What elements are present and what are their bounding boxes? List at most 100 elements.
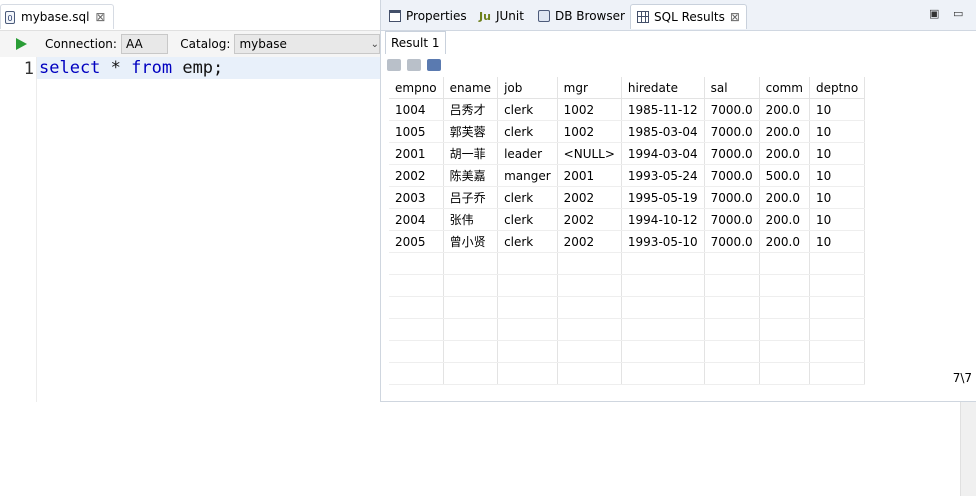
table-cell[interactable]: 郭芙蓉: [443, 120, 499, 143]
table-row[interactable]: 2001 胡一菲 leader <NULL> 1994-03-04 7000.0 200.0…: [389, 142, 866, 165]
table-cell[interactable]: 曾小贤: [443, 230, 499, 253]
table-cell[interactable]: 10: [809, 142, 866, 165]
close-icon[interactable]: ⊠: [95, 10, 105, 24]
editor-tab-mybase-sql[interactable]: 0 mybase.sql ⊠: [0, 4, 115, 29]
table-cell[interactable]: manger: [497, 164, 558, 187]
run-sql-button[interactable]: [16, 38, 27, 50]
table-cell[interactable]: clerk: [497, 186, 558, 209]
table-cell[interactable]: 1994-10-12: [621, 208, 705, 231]
refresh-icon[interactable]: [427, 59, 441, 71]
table-cell[interactable]: 吕子乔: [443, 186, 499, 209]
tab-junit[interactable]: Ju JUnit: [479, 4, 524, 28]
sql-file-icon: 0: [5, 10, 15, 24]
table-cell[interactable]: 胡一菲: [443, 142, 499, 165]
catalog-select[interactable]: mybase ⌄: [234, 34, 380, 54]
table-cell[interactable]: 10: [809, 164, 866, 187]
table-cell[interactable]: clerk: [497, 230, 558, 253]
table-cell[interactable]: 1005: [389, 120, 444, 143]
minimize-icon[interactable]: ▭: [953, 7, 963, 20]
table-cell[interactable]: 7000.0: [704, 186, 760, 209]
table-cell[interactable]: 陈美嘉: [443, 164, 499, 187]
table-cell[interactable]: clerk: [497, 208, 558, 231]
results-pane: Properties Ju JUnit DB Browser SQL Resul…: [380, 0, 976, 402]
table-cell[interactable]: 2002: [557, 208, 622, 231]
table-cell[interactable]: 1993-05-10: [621, 230, 705, 253]
table-row[interactable]: 2005 曾小贤 clerk 2002 1993-05-10 7000.0 200.0 10: [389, 230, 866, 253]
empty-cell: [759, 318, 810, 341]
table-cell[interactable]: 2001: [389, 142, 444, 165]
table-cell[interactable]: 1993-05-24: [621, 164, 705, 187]
table-cell[interactable]: 10: [809, 230, 866, 253]
table-cell[interactable]: 2002: [389, 164, 444, 187]
table-cell[interactable]: <NULL>: [557, 142, 622, 165]
tab-result-1[interactable]: Result 1: [385, 31, 446, 54]
table-cell[interactable]: 7000.0: [704, 164, 760, 187]
tab-sql-results[interactable]: SQL Results ⊠: [630, 4, 747, 29]
table-row[interactable]: 2003 吕子乔 clerk 2002 1995-05-19 7000.0 200.0 10: [389, 186, 866, 209]
table-cell[interactable]: 10: [809, 208, 866, 231]
table-cell[interactable]: 1985-11-12: [621, 98, 705, 121]
table-cell[interactable]: 10: [809, 186, 866, 209]
table-cell[interactable]: clerk: [497, 120, 558, 143]
table-cell[interactable]: 10: [809, 98, 866, 121]
table-cell[interactable]: 张伟: [443, 208, 499, 231]
column-header[interactable]: job: [497, 77, 558, 99]
empty-row: [389, 340, 866, 363]
column-header[interactable]: hiredate: [621, 77, 705, 99]
column-header[interactable]: mgr: [557, 77, 622, 99]
copy-icon[interactable]: [407, 59, 421, 71]
view-menu-icon[interactable]: ▣: [929, 7, 939, 20]
table-cell[interactable]: 200.0: [759, 208, 810, 231]
tab-db-browser[interactable]: DB Browser: [538, 4, 625, 28]
table-cell[interactable]: 2003: [389, 186, 444, 209]
table-row[interactable]: 1005 郭芙蓉 clerk 1002 1985-03-04 7000.0 200.0 10: [389, 120, 866, 143]
column-header[interactable]: comm: [759, 77, 810, 99]
table-cell[interactable]: 200.0: [759, 186, 810, 209]
table-row[interactable]: 2002 陈美嘉 manger 2001 1993-05-24 7000.0 500.0 10: [389, 164, 866, 187]
table-cell[interactable]: 7000.0: [704, 120, 760, 143]
tab-junit-label: JUnit: [495, 9, 524, 23]
table-cell[interactable]: 200.0: [759, 230, 810, 253]
table-cell[interactable]: 7000.0: [704, 230, 760, 253]
column-header[interactable]: deptno: [809, 77, 866, 99]
connection-select[interactable]: AA: [120, 34, 169, 54]
table-cell[interactable]: 200.0: [759, 142, 810, 165]
keyword-from: from: [131, 58, 173, 78]
table-cell[interactable]: 10: [809, 120, 866, 143]
table-cell[interactable]: 1994-03-04: [621, 142, 705, 165]
table-cell[interactable]: 2005: [389, 230, 444, 253]
table-cell[interactable]: 1002: [557, 120, 622, 143]
table-cell[interactable]: 1995-05-19: [621, 186, 705, 209]
table-cell[interactable]: 200.0: [759, 98, 810, 121]
table-cell[interactable]: 1004: [389, 98, 444, 121]
export-icon[interactable]: [387, 59, 401, 71]
empty-cell: [704, 318, 760, 341]
table-cell[interactable]: 7000.0: [704, 142, 760, 165]
column-header[interactable]: empno: [389, 77, 444, 99]
table-cell[interactable]: 200.0: [759, 120, 810, 143]
column-header[interactable]: ename: [443, 77, 499, 99]
tab-properties[interactable]: Properties: [389, 4, 467, 28]
table-cell[interactable]: clerk: [497, 98, 558, 121]
column-header[interactable]: sal: [704, 77, 760, 99]
table-cell[interactable]: 2002: [557, 230, 622, 253]
table-cell[interactable]: 1002: [557, 98, 622, 121]
table-cell[interactable]: 2001: [557, 164, 622, 187]
code-token: *: [100, 58, 132, 78]
connection-value: AA: [125, 37, 143, 51]
code-line[interactable]: select * from emp;: [39, 57, 223, 79]
vertical-scrollbar[interactable]: [960, 402, 976, 496]
empty-cell: [809, 318, 866, 341]
table-cell[interactable]: 500.0: [759, 164, 810, 187]
table-cell[interactable]: 吕秀才: [443, 98, 499, 121]
table-cell[interactable]: 2002: [557, 186, 622, 209]
table-cell[interactable]: 7000.0: [704, 208, 760, 231]
table-row[interactable]: 2004 张伟 clerk 2002 1994-10-12 7000.0 200.0 10: [389, 208, 866, 231]
table-cell[interactable]: leader: [497, 142, 558, 165]
table-cell[interactable]: 1985-03-04: [621, 120, 705, 143]
properties-icon: [389, 10, 401, 22]
close-icon[interactable]: ⊠: [730, 10, 740, 24]
table-row[interactable]: 1004 吕秀才 clerk 1002 1985-11-12 7000.0 200.0 10: [389, 98, 866, 121]
table-cell[interactable]: 2004: [389, 208, 444, 231]
table-cell[interactable]: 7000.0: [704, 98, 760, 121]
